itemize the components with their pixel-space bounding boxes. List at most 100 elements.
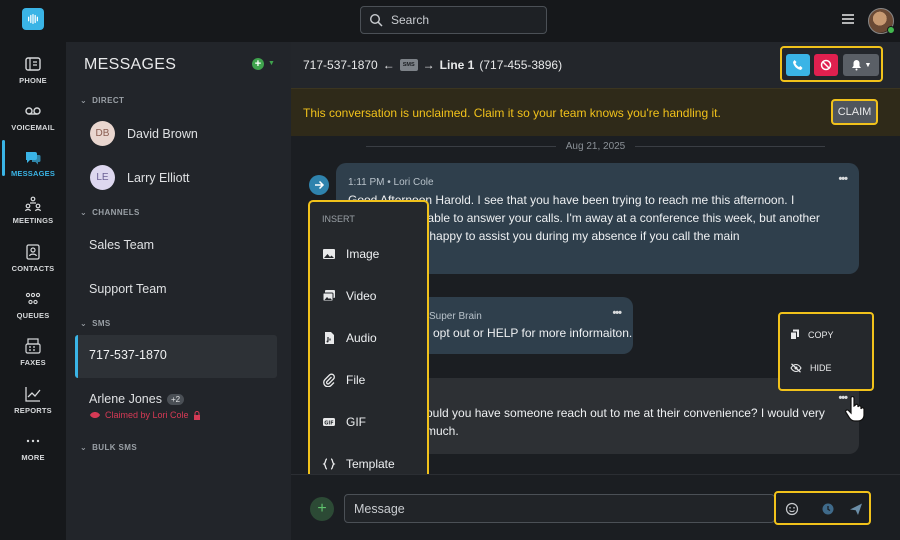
insert-menu-header: INSERT — [322, 214, 355, 224]
template-icon — [322, 458, 336, 470]
message-text: opt out or HELP for more informaiton. — [433, 326, 633, 340]
section-channels[interactable]: ⌄ CHANNELS — [80, 208, 140, 217]
message-meta: 1:11 PM • Lori Cole — [348, 177, 434, 188]
call-button[interactable] — [786, 54, 810, 76]
insert-template-item[interactable]: Template — [322, 457, 395, 471]
copy-icon — [790, 329, 799, 340]
svg-text:GIF: GIF — [324, 420, 333, 426]
section-sms[interactable]: ⌄ SMS — [80, 319, 111, 328]
insert-item-label: Image — [346, 247, 380, 261]
insert-file-item[interactable]: File — [322, 373, 365, 387]
emoji-button[interactable] — [783, 500, 801, 518]
sms-item-arlene-jones[interactable]: Arlene Jones +2 Claimed by Lori Cole — [89, 392, 201, 420]
emoji-icon — [785, 502, 799, 516]
nav-voicemail-label: VOICEMAIL — [11, 123, 55, 132]
channel-item-support-team[interactable]: Support Team — [89, 282, 167, 296]
nav-contacts-label: CONTACTS — [11, 264, 55, 273]
participant-count-badge: +2 — [166, 393, 185, 405]
image-icon — [323, 249, 335, 259]
date-divider: Aug 21, 2025 — [291, 138, 900, 154]
nav-faxes[interactable]: FAXES — [0, 330, 66, 374]
section-direct-label: DIRECT — [92, 96, 125, 105]
insert-item-label: Video — [346, 289, 377, 303]
clock-icon — [822, 503, 834, 515]
claim-button[interactable]: CLAIM — [831, 99, 878, 125]
queues-icon — [25, 292, 41, 305]
block-button[interactable] — [814, 54, 838, 76]
insert-video-item[interactable]: Video — [322, 289, 376, 303]
avatar: LE — [90, 165, 115, 190]
nav-queues-label: QUEUES — [16, 311, 50, 320]
send-button[interactable] — [847, 500, 865, 518]
nav-phone-label: PHONE — [19, 76, 47, 85]
conversation-actions: ▼ — [780, 46, 883, 82]
nav-voicemail[interactable]: VOICEMAIL — [0, 95, 66, 139]
messages-icon — [26, 152, 41, 165]
sms-item-active[interactable]: 717-537-1870 — [75, 335, 277, 378]
section-sms-label: SMS — [92, 319, 111, 328]
chevron-down-icon: ⌄ — [80, 96, 88, 105]
more-options-icon[interactable]: ••• — [838, 173, 848, 185]
insert-item-label: GIF — [346, 415, 366, 429]
from-number: 717-537-1870 — [303, 58, 378, 72]
chevron-down-icon[interactable]: ▼ — [268, 60, 275, 67]
hide-menu-item[interactable]: HIDE — [790, 363, 832, 373]
chevron-down-icon: ⌄ — [80, 208, 88, 217]
channel-item-sales-team[interactable]: Sales Team — [89, 238, 154, 252]
section-channels-label: CHANNELS — [92, 208, 140, 217]
contact-name: Larry Elliott — [127, 170, 190, 185]
phone-icon — [793, 60, 803, 70]
message-text: ould you have someone reach out to me at… — [426, 406, 825, 438]
nav-more-label: MORE — [21, 453, 45, 462]
message-composer: + Message — [291, 474, 900, 540]
nav-more[interactable]: MORE — [0, 425, 66, 469]
section-bulk-sms-label: BULK SMS — [92, 443, 138, 452]
more-options-icon[interactable]: ••• — [612, 307, 622, 319]
date-label: Aug 21, 2025 — [565, 140, 626, 152]
claimed-status: Claimed by Lori Cole — [105, 410, 189, 420]
chevron-down-icon: ▼ — [864, 61, 872, 69]
section-bulk-sms[interactable]: ⌄ BULK SMS — [80, 443, 137, 452]
send-icon — [850, 503, 862, 515]
app-logo[interactable] — [22, 8, 44, 30]
eye-off-icon — [790, 363, 802, 373]
chevron-down-icon: ⌄ — [80, 319, 88, 328]
nav-meetings[interactable]: MEETINGS — [0, 188, 66, 232]
contact-item-david-brown[interactable]: DB David Brown — [90, 121, 198, 146]
notifications-button[interactable]: ▼ — [843, 54, 879, 76]
search-box[interactable]: Search — [360, 6, 547, 34]
schedule-button[interactable] — [819, 500, 837, 518]
audio-icon — [325, 332, 334, 344]
banner-text: This conversation is unclaimed. Claim it… — [303, 106, 721, 120]
lock-icon — [193, 410, 200, 420]
arrow-right-icon: → — [422, 58, 435, 72]
attachment-icon — [323, 373, 335, 387]
insert-button[interactable]: + — [310, 497, 334, 521]
line-number: (717-455-3896) — [479, 58, 563, 72]
nav-queues[interactable]: QUEUES — [0, 283, 66, 327]
sms-chip: SMS — [399, 59, 418, 71]
bell-icon — [851, 60, 861, 71]
message-meta: Super Brain — [429, 311, 482, 322]
nav-phone[interactable]: PHONE — [0, 48, 66, 92]
app-root: PHONE VOICEMAIL MESSAGES MEETINGS CONTAC… — [0, 0, 900, 540]
video-icon — [322, 290, 335, 302]
nav-messages[interactable]: MESSAGES — [0, 141, 66, 185]
nav-contacts[interactable]: CONTACTS — [0, 236, 66, 280]
chevron-down-icon: ⌄ — [80, 443, 88, 452]
message-input[interactable]: Message — [344, 494, 775, 523]
search-icon — [369, 13, 383, 27]
composer-tools — [774, 491, 871, 525]
contact-item-larry-elliott[interactable]: LE Larry Elliott — [90, 165, 190, 190]
sms-item-label: 717-537-1870 — [89, 348, 167, 362]
insert-gif-item[interactable]: GIF GIF — [322, 415, 366, 429]
insert-audio-item[interactable]: Audio — [322, 331, 377, 345]
outbound-indicator[interactable] — [309, 175, 329, 195]
hamburger-menu-icon[interactable] — [842, 13, 854, 25]
copy-menu-item[interactable]: COPY — [790, 329, 834, 340]
new-message-button[interactable]: + — [252, 58, 264, 70]
nav-reports[interactable]: REPORTS — [0, 378, 66, 422]
arrow-left-icon: ← — [382, 58, 395, 72]
insert-image-item[interactable]: Image — [322, 247, 379, 261]
section-direct[interactable]: ⌄ DIRECT — [80, 96, 124, 105]
